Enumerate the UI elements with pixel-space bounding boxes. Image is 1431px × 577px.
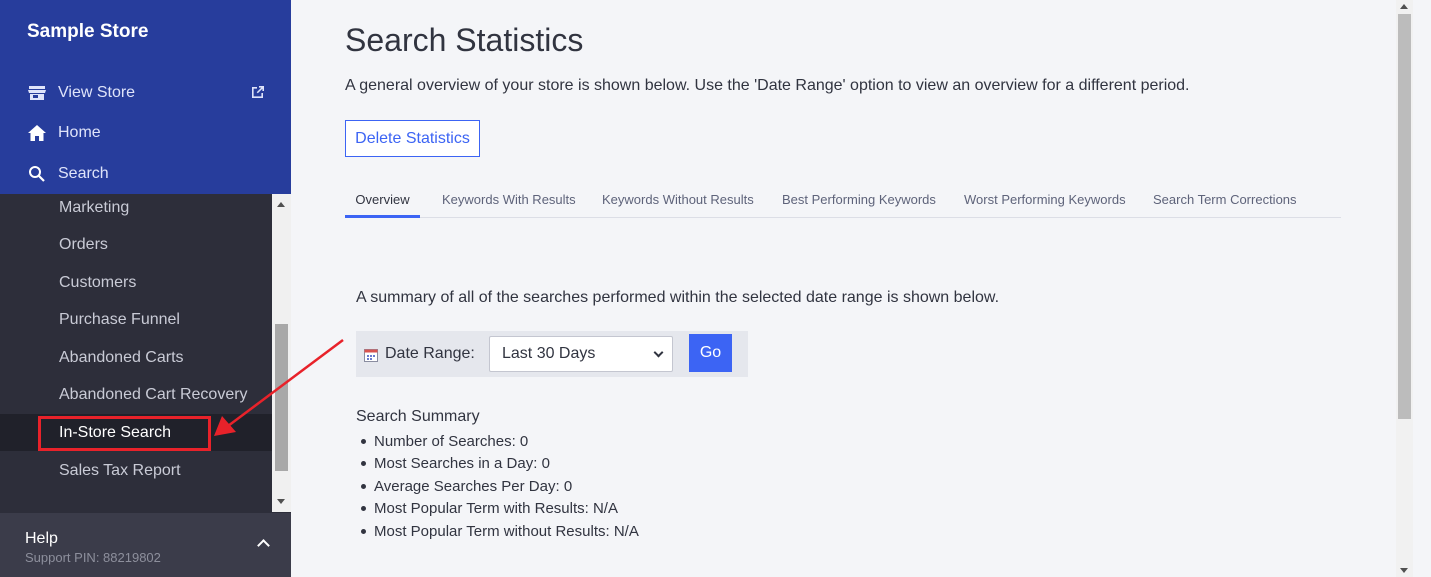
external-link-icon[interactable]	[250, 84, 266, 100]
calendar-icon	[364, 348, 378, 362]
intro-text: A general overview of your store is show…	[345, 77, 1190, 94]
summary-item-popular-term-with-results: Most Popular Term with Results: N/A	[356, 498, 639, 521]
home-icon	[27, 123, 47, 143]
tab-overview[interactable]: Overview	[345, 185, 420, 218]
sidebar-item-label: View Store	[58, 84, 136, 101]
sidebar-item-search[interactable]: Search	[0, 157, 291, 191]
search-summary-title: Search Summary	[356, 408, 480, 425]
page-scrollbar[interactable]	[1396, 0, 1413, 577]
sidebar-item-customers[interactable]: Customers	[0, 264, 272, 301]
sidebar-item-abandoned-cart-recovery[interactable]: Abandoned Cart Recovery	[0, 376, 272, 413]
support-pin: Support PIN: 88219802	[25, 550, 161, 565]
date-range-label: Date Range:	[385, 345, 475, 362]
sidebar-item-sales-tax-report[interactable]: Sales Tax Report	[0, 452, 272, 489]
go-button[interactable]: Go	[689, 334, 732, 372]
date-range-filter: Date Range: Last 30 Days Go	[356, 331, 748, 377]
summary-item-most-searches-in-a-day: Most Searches in a Day: 0	[356, 453, 639, 476]
summary-item-average-searches-per-day: Average Searches Per Day: 0	[356, 475, 639, 498]
sidebar: Sample Store View Store Home Search Mark…	[0, 0, 291, 577]
scroll-up-arrow-icon[interactable]	[1400, 4, 1408, 9]
tab-worst-performing-keywords[interactable]: Worst Performing Keywords	[964, 185, 1126, 218]
search-icon	[27, 164, 47, 184]
sidebar-item-view-store[interactable]: View Store	[0, 76, 291, 110]
sidebar-submenu: Marketing Orders Customers Purchase Funn…	[0, 194, 272, 512]
tab-keywords-without-results[interactable]: Keywords Without Results	[602, 185, 754, 218]
search-summary-list: Number of Searches: 0 Most Searches in a…	[356, 430, 639, 543]
delete-statistics-button[interactable]: Delete Statistics	[345, 120, 480, 157]
sidebar-item-orders[interactable]: Orders	[0, 226, 272, 263]
sidebar-item-home[interactable]: Home	[0, 116, 291, 150]
sidebar-item-marketing[interactable]: Marketing	[0, 189, 272, 226]
sidebar-scrollbar[interactable]	[272, 194, 291, 512]
help-panel[interactable]: Help Support PIN: 88219802	[0, 513, 291, 577]
annotation-highlight-box	[38, 416, 211, 451]
summary-intro-text: A summary of all of the searches perform…	[356, 289, 1000, 306]
sidebar-item-purchase-funnel[interactable]: Purchase Funnel	[0, 301, 272, 338]
sidebar-item-label: Home	[58, 124, 101, 141]
help-label: Help	[25, 530, 58, 547]
tab-keywords-with-results[interactable]: Keywords With Results	[442, 185, 576, 218]
summary-item-number-of-searches: Number of Searches: 0	[356, 430, 639, 453]
scroll-down-arrow-icon[interactable]	[1400, 568, 1408, 573]
sidebar-header: Sample Store View Store Home Search	[0, 0, 291, 194]
chevron-up-icon[interactable]	[257, 539, 270, 552]
scroll-up-arrow-icon[interactable]	[277, 202, 285, 207]
sidebar-item-abandoned-carts[interactable]: Abandoned Carts	[0, 339, 272, 376]
page-title: Search Statistics	[345, 22, 584, 58]
chevron-down-icon	[653, 347, 664, 358]
date-range-select[interactable]: Last 30 Days	[489, 336, 673, 372]
tab-search-term-corrections[interactable]: Search Term Corrections	[1153, 185, 1297, 218]
summary-item-popular-term-without-results: Most Popular Term without Results: N/A	[356, 520, 639, 543]
tab-best-performing-keywords[interactable]: Best Performing Keywords	[782, 185, 936, 218]
sidebar-item-label: Search	[58, 165, 109, 182]
scroll-down-arrow-icon[interactable]	[277, 499, 285, 504]
page-scroll-thumb[interactable]	[1398, 14, 1411, 419]
main-content: Search Statistics A general overview of …	[291, 0, 1396, 577]
storefront-icon	[27, 83, 47, 103]
store-name: Sample Store	[27, 21, 149, 42]
sidebar-scroll-thumb[interactable]	[275, 324, 288, 471]
date-range-selected-value: Last 30 Days	[502, 345, 596, 362]
tab-bar: Overview Keywords With Results Keywords …	[345, 185, 1341, 218]
